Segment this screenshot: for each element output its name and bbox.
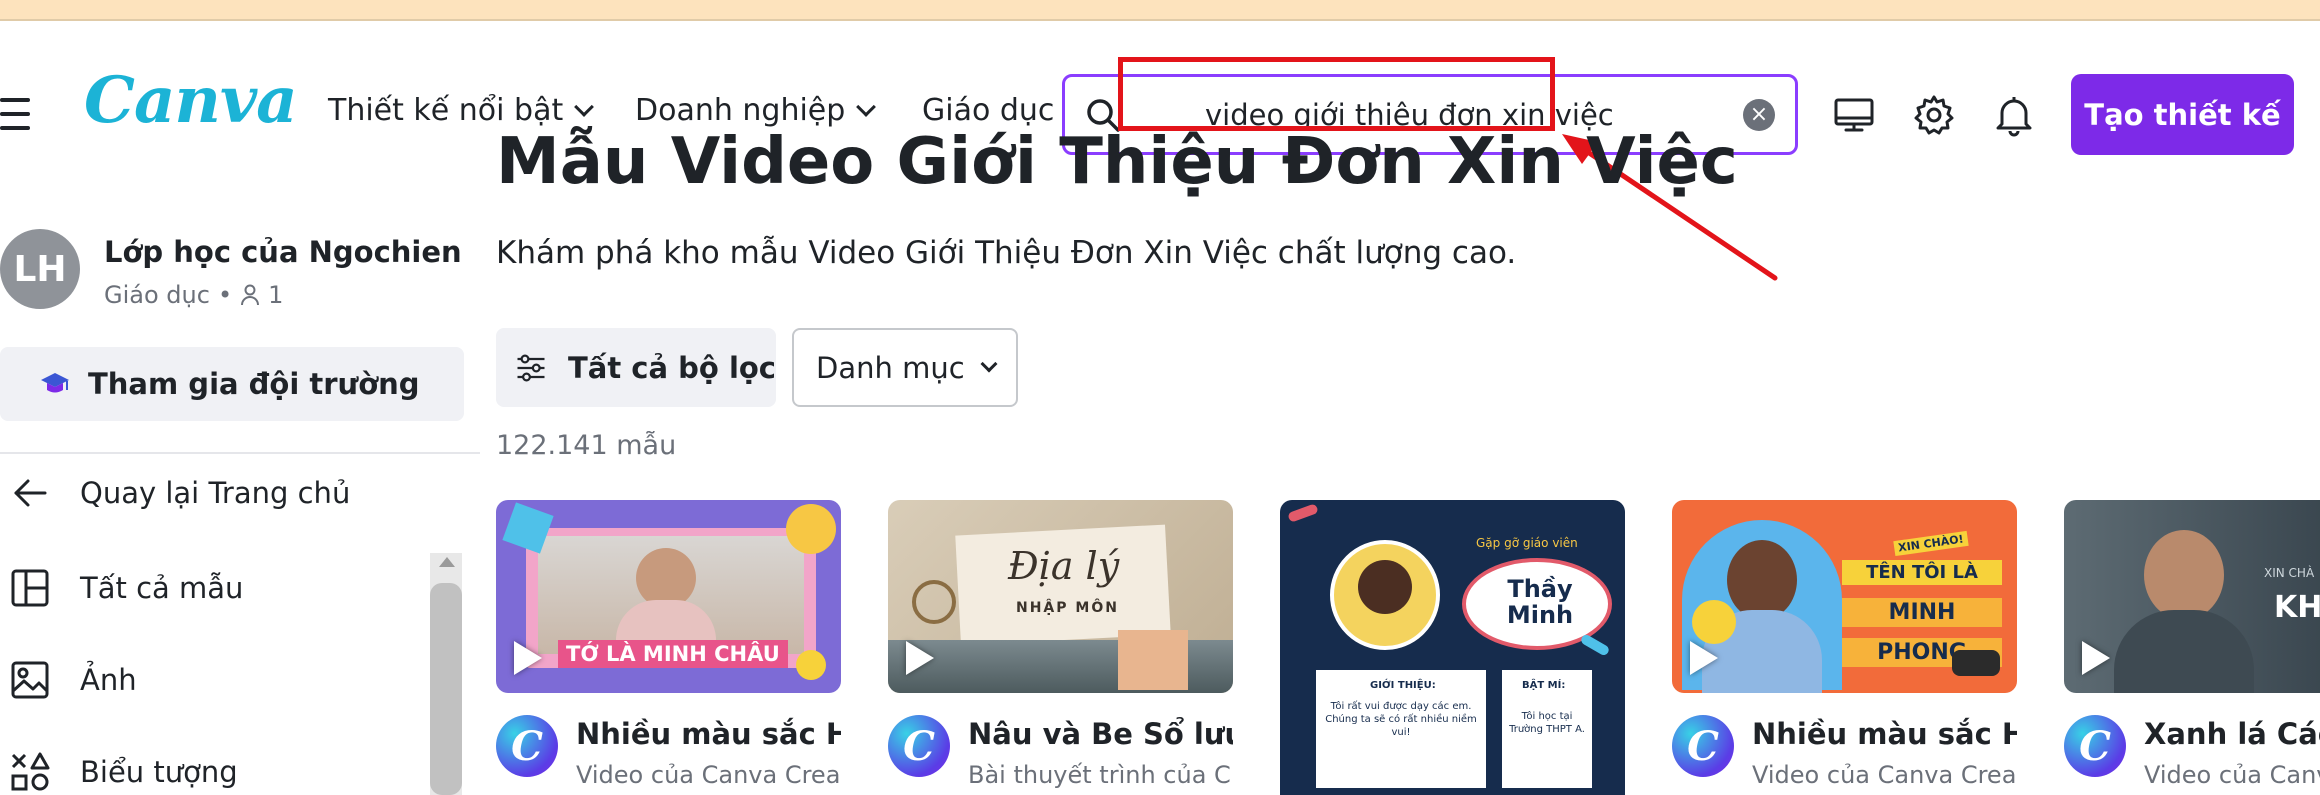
canva-brand-icon: C: [496, 715, 558, 777]
create-design-button[interactable]: Tạo thiết kế: [2071, 74, 2294, 155]
sidebar-scrollbar[interactable]: [430, 553, 462, 795]
sidebar-divider: [0, 452, 480, 454]
template-card[interactable]: Gặp gỡ giáo viên Thầy Minh GIỚI THIỆU: T…: [1280, 500, 1625, 795]
team-info: Giáo dục • 1: [104, 281, 283, 309]
clear-search-icon[interactable]: ×: [1743, 99, 1775, 131]
card-subtitle: Video của Canva: [2144, 761, 2320, 789]
thumbnail-text: Địa lý: [1008, 544, 1120, 588]
sidebar-item-label: Biểu tượng: [80, 755, 238, 789]
browser-top-strip: [0, 0, 2320, 21]
template-thumbnail[interactable]: XIN CHÀ KH: [2064, 500, 2320, 693]
back-label: Quay lại Trang chủ: [80, 476, 351, 510]
chevron-down-icon: [856, 96, 877, 117]
template-count: 122.141 mẫu: [496, 430, 677, 461]
thumbnail-text: GIỚI THIỆU:: [1370, 680, 1436, 691]
card-subtitle: Bài thuyết trình của C...: [968, 761, 1233, 789]
template-card[interactable]: TỚ LÀ MINH CHÂU C Nhiều màu sắc H... Vid…: [496, 500, 841, 795]
thumbnail-text: Gặp gỡ giáo viên: [1476, 536, 1578, 550]
card-subtitle: Video của Canva Crea...: [576, 761, 841, 789]
canva-logo[interactable]: Canva: [84, 69, 298, 133]
desktop-app-icon[interactable]: [1832, 93, 1876, 137]
thumbnail-text: MINH: [1842, 598, 2002, 627]
canva-brand-icon: C: [2064, 715, 2126, 777]
thumbnail-text: TỚ LÀ MINH CHÂU: [558, 640, 788, 668]
nav-business[interactable]: Doanh nghiệp: [635, 93, 877, 128]
notification-bell-icon[interactable]: [1992, 93, 2036, 137]
all-filters-button[interactable]: Tất cả bộ lọc: [496, 328, 776, 407]
play-icon[interactable]: [1690, 641, 1718, 675]
play-icon[interactable]: [906, 641, 934, 675]
category-dropdown[interactable]: Danh mục: [792, 328, 1018, 407]
play-icon[interactable]: [2082, 641, 2110, 675]
play-icon[interactable]: [514, 641, 542, 675]
thumbnail-text: XIN CHÀO!: [1893, 530, 1969, 557]
thumbnail-text: Tôi rất vui được dạy các em. Chúng ta sẽ…: [1325, 701, 1477, 738]
team-name[interactable]: Lớp học của Ngochien: [104, 235, 462, 269]
thumbnail-text: Thầy Minh: [1506, 575, 1574, 630]
chevron-down-icon: [574, 96, 595, 117]
thumbnail-text: NHẬP MÔN: [1016, 600, 1119, 616]
nav-label: Giáo dục: [922, 93, 1055, 128]
nav-label: Thiết kế nổi bật: [328, 93, 564, 128]
image-icon: [10, 660, 50, 700]
card-title[interactable]: Nâu và Be Sổ lưu ...: [968, 717, 1233, 751]
graduation-cap-icon: [41, 373, 69, 393]
templates-icon: [10, 568, 50, 608]
page-description: Khám phá kho mẫu Video Giới Thiệu Đơn Xi…: [496, 235, 1517, 271]
card-title[interactable]: Nhiều màu sắc H...: [1752, 717, 2017, 751]
category-label: Danh mục: [816, 350, 965, 385]
template-card[interactable]: XIN CHÀO! TÊN TÔI LÀ MINH PHONG C Nhiều …: [1672, 500, 2017, 795]
template-thumbnail[interactable]: Địa lý NHẬP MÔN: [888, 500, 1233, 693]
scrollbar-thumb[interactable]: [430, 583, 462, 795]
team-avatar[interactable]: LH: [0, 229, 80, 309]
filter-sliders-icon: [517, 354, 545, 381]
nav-label: Doanh nghiệp: [635, 93, 846, 128]
canva-brand-icon: C: [888, 715, 950, 777]
menu-icon[interactable]: [0, 98, 30, 130]
thumbnail-text: KH: [2274, 590, 2320, 625]
shapes-icon: [10, 752, 50, 792]
card-title[interactable]: Nhiều màu sắc H...: [576, 717, 841, 751]
template-card[interactable]: XIN CHÀ KH C Xanh lá Cách Video của Canv…: [2064, 500, 2320, 795]
canva-brand-icon: C: [1672, 715, 1734, 777]
back-to-home-link[interactable]: Quay lại Trang chủ: [10, 473, 350, 513]
sidebar-item-label: Ảnh: [80, 663, 137, 697]
card-subtitle: Video của Canva Crea...: [1752, 761, 2017, 789]
page-title: Mẫu Video Giới Thiệu Đơn Xin Việc: [496, 125, 1738, 199]
template-thumbnail[interactable]: XIN CHÀO! TÊN TÔI LÀ MINH PHONG: [1672, 500, 2017, 693]
thumbnail-text: TÊN TÔI LÀ: [1842, 560, 2002, 585]
card-title[interactable]: Xanh lá Cách: [2144, 717, 2320, 751]
chevron-down-icon: [980, 355, 998, 372]
filter-label: Tất cả bộ lọc: [568, 350, 776, 385]
template-card[interactable]: Địa lý NHẬP MÔN C Nâu và Be Sổ lưu ... B…: [888, 500, 1233, 795]
sidebar-item-all-templates[interactable]: Tất cả mẫu: [10, 568, 243, 608]
thumbnail-text: Tôi học tại Trường THPT A.: [1509, 711, 1585, 735]
team-type: Giáo dục: [104, 281, 210, 309]
join-school-team-button[interactable]: Tham gia đội trường: [0, 347, 464, 421]
thumbnail-text: XIN CHÀ: [2264, 566, 2315, 580]
template-thumbnail[interactable]: TỚ LÀ MINH CHÂU: [496, 500, 841, 693]
nav-education[interactable]: Giáo dục: [922, 93, 1086, 128]
join-label: Tham gia đội trường: [88, 367, 420, 401]
thumbnail-text: BẬT MÍ:: [1522, 680, 1566, 691]
nav-featured-designs[interactable]: Thiết kế nổi bật: [328, 93, 595, 128]
settings-gear-icon[interactable]: [1912, 93, 1956, 137]
scroll-up-arrow-icon[interactable]: [439, 557, 455, 567]
sidebar-item-photos[interactable]: Ảnh: [10, 660, 137, 700]
sidebar-item-icons[interactable]: Biểu tượng: [10, 752, 238, 792]
sidebar-item-label: Tất cả mẫu: [80, 571, 244, 605]
person-icon: [241, 284, 260, 306]
member-count: 1: [268, 281, 284, 309]
arrow-left-icon: [10, 473, 50, 513]
separator-dot: •: [217, 281, 233, 309]
template-thumbnail[interactable]: Gặp gỡ giáo viên Thầy Minh GIỚI THIỆU: T…: [1280, 500, 1625, 795]
